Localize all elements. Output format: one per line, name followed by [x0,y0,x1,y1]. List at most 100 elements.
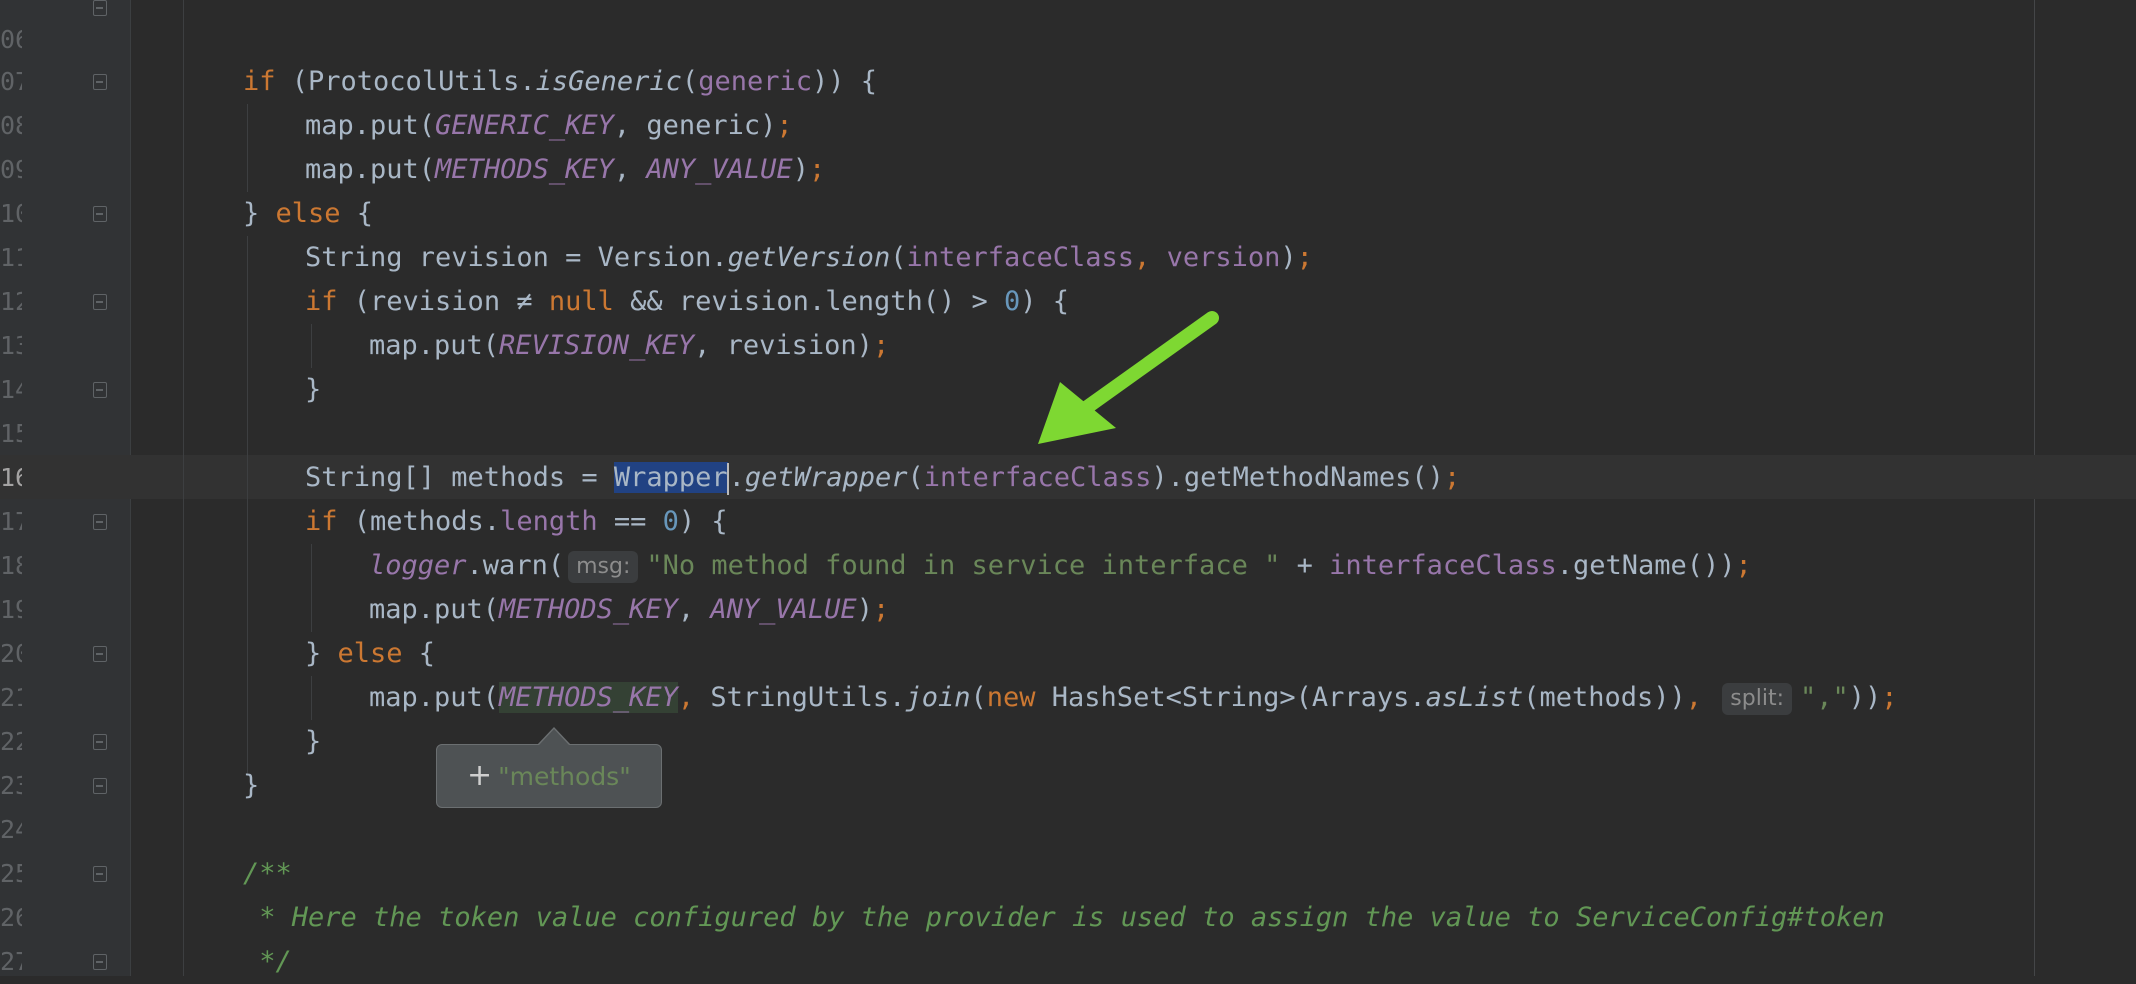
code-text: + [1280,550,1330,581]
code-text: ) [1280,242,1297,273]
code-text: HashSet<String>(Arrays. [1035,682,1426,713]
variable: generic [698,66,812,97]
code-text: ( [681,66,699,97]
code-text: map.put( [369,594,500,625]
code-line-07[interactable]: if (ProtocolUtils.isGeneric(generic)) { [243,60,877,104]
semicolon: ; [1881,682,1898,713]
line-number: 23 [0,771,22,800]
code-text: . [728,462,745,493]
code-line-14[interactable]: } [305,368,321,412]
line-number: 07 [0,67,22,96]
method-name: join [905,682,971,713]
code-line-08[interactable]: map.put(GENERIC_KEY, generic); [305,104,793,148]
code-line-27[interactable]: */ [243,940,292,984]
fold-marker-icon[interactable] [93,866,107,882]
popup-pointer-inner [539,729,569,745]
code-line-10[interactable]: } else { [243,192,373,236]
line-number: 25 [0,859,22,888]
variable: version [1166,242,1281,273]
code-line-12[interactable]: if (revision ≠ null && revision.length()… [305,280,1069,324]
semicolon: ; [776,110,793,141]
code-text: String[] methods = [305,462,614,493]
code-text: , [677,594,711,625]
comma: , [677,682,711,713]
fold-marker-icon[interactable] [93,74,107,90]
code-text: (methods)) [1523,682,1686,713]
line-number: 14 [0,375,22,404]
code-line-26[interactable]: * Here the token value configured by the… [243,896,1885,940]
code-text: )) { [811,66,878,97]
semicolon: ; [1296,242,1313,273]
comma: , [1685,682,1719,713]
line-number: 15 [0,419,22,448]
fold-marker-icon[interactable] [93,294,107,310]
code-line-22[interactable]: } [305,720,321,764]
line-number: 08 [0,111,22,140]
code-text: { [402,638,436,669]
code-text: map.put( [305,110,436,141]
doc-comment: */ [243,946,292,977]
code-text: , generic) [613,110,777,141]
field-name: logger [369,550,467,581]
fold-marker-icon[interactable] [93,514,107,530]
fold-marker-icon[interactable] [93,778,107,794]
code-text: == [597,506,663,537]
semicolon: ; [872,330,890,361]
code-line-13[interactable]: map.put(REVISION_KEY, revision); [369,324,889,368]
constant: REVISION_KEY [499,330,695,361]
code-line-20[interactable]: } else { [305,632,435,676]
code-text: )) [1848,682,1882,713]
postfix-completion-popup[interactable]: + "methods" [436,744,662,808]
code-line-16[interactable]: String[] methods = Wrapper.getWrapper(in… [305,456,1460,500]
code-text: , revision) [694,330,873,361]
keyword: if [305,286,338,317]
keyword: else [337,638,403,669]
code-line-23[interactable]: } [243,764,259,808]
indent-guide [183,0,184,976]
annotation-arrow-icon [1038,311,1219,444]
variable: interfaceClass [906,242,1135,273]
code-text: map.put( [305,154,436,185]
string-literal: "," [1800,682,1849,713]
fold-marker-icon[interactable] [93,734,107,750]
line-number: 27 [0,947,22,976]
semicolon: ; [1443,462,1461,493]
code-line-17[interactable]: if (methods.length == 0) { [305,500,728,544]
field-name: length [500,506,598,537]
semicolon: ; [1735,550,1752,581]
fold-marker-icon[interactable] [93,954,107,970]
popup-label: "methods" [498,762,631,791]
code-line-21[interactable]: map.put(METHODS_KEY, StringUtils.join(ne… [369,676,1898,720]
semicolon: ; [872,594,890,625]
constant: GENERIC_KEY [435,110,614,141]
line-number: 21 [0,683,22,712]
method-name: asList [1425,682,1524,713]
indent-guide [247,104,248,192]
code-text: ( [970,682,987,713]
code-line-11[interactable]: String revision = Version.getVersion(int… [305,236,1313,280]
code-text: , [613,154,647,185]
fold-marker-icon[interactable] [93,0,107,16]
code-line-18[interactable]: logger.warn(msg: "No method found in serv… [369,544,1752,588]
fold-marker-icon[interactable] [93,646,107,662]
parameter-hint: split: [1722,682,1792,715]
comma: , [1134,242,1167,273]
code-line-25[interactable]: /** [243,852,292,896]
variable: interfaceClass [1329,550,1557,581]
line-number: 17 [0,507,22,536]
code-text: (ProtocolUtils. [275,66,536,97]
number-literal: 0 [662,506,679,537]
code-text: map.put( [369,330,500,361]
doc-comment: * Here the token value configured by the… [243,902,1885,933]
indent-guide [311,544,312,632]
string-literal: "No method found in service interface " [646,550,1281,581]
semicolon: ; [808,154,826,185]
line-number: 24 [0,815,22,844]
code-text: .warn( [466,550,565,581]
fold-marker-icon[interactable] [93,382,107,398]
code-line-19[interactable]: map.put(METHODS_KEY, ANY_VALUE); [369,588,889,632]
fold-marker-icon[interactable] [93,206,107,222]
parameter-hint: msg: [568,550,639,583]
code-line-09[interactable]: map.put(METHODS_KEY, ANY_VALUE); [305,148,825,192]
code-text: (methods. [337,506,501,537]
